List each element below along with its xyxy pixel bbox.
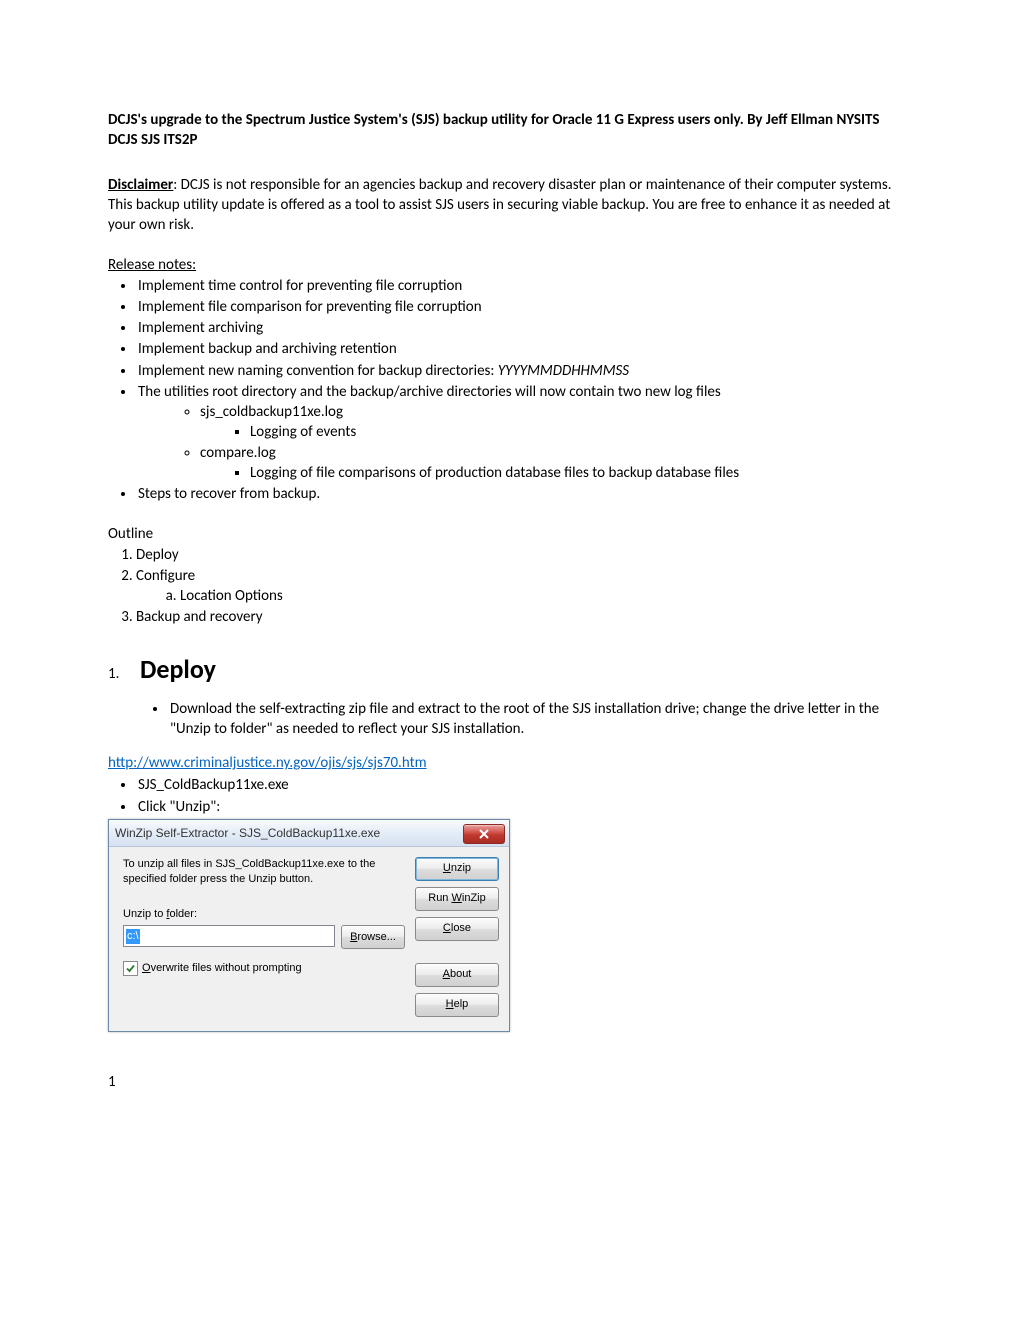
- dialog-title: WinZip Self-Extractor - SJS_ColdBackup11…: [115, 825, 380, 841]
- dialog-button-column: Unzip Run WinZip Close About Help: [415, 857, 499, 1017]
- release-notes-heading: Release notes:: [108, 255, 912, 275]
- naming-format: YYYYMMDDHHMMSS: [498, 362, 629, 380]
- log-file-name: compare.log: [200, 444, 276, 462]
- list-item: Download the self-extracting zip file an…: [168, 699, 912, 740]
- unzip-folder-row: c:\ Browse...: [123, 925, 405, 949]
- deploy-heading-row: 1. Deploy: [108, 652, 912, 687]
- unzip-button[interactable]: Unzip: [415, 857, 499, 881]
- page-number: 1: [108, 1072, 912, 1092]
- check-icon: [125, 963, 136, 974]
- log-desc-list: Logging of file comparisons of productio…: [200, 463, 912, 483]
- deploy-heading: Deploy: [140, 652, 216, 687]
- list-item: Click "Unzip":: [136, 797, 912, 817]
- overwrite-checkbox[interactable]: [123, 961, 138, 976]
- list-item: Implement file comparison for preventing…: [136, 297, 912, 317]
- outline-sublist: Location Options: [136, 586, 912, 606]
- list-item: Backup and recovery: [136, 607, 912, 627]
- folder-input-value: c:\: [126, 929, 140, 944]
- list-item: SJS_ColdBackup11xe.exe: [136, 775, 912, 795]
- disclaimer-label: Disclaimer: [108, 176, 173, 194]
- log-file-list: sjs_coldbackup11xe.log Logging of events…: [138, 402, 912, 483]
- close-button[interactable]: [463, 824, 505, 844]
- help-button[interactable]: Help: [415, 993, 499, 1017]
- winzip-dialog: WinZip Self-Extractor - SJS_ColdBackup11…: [108, 819, 510, 1032]
- outline-configure: Configure: [136, 567, 195, 585]
- naming-text: Implement new naming convention for back…: [138, 362, 498, 380]
- list-item: Deploy: [136, 545, 912, 565]
- release-notes-list: Implement time control for preventing fi…: [108, 276, 912, 505]
- run-winzip-button[interactable]: Run WinZip: [415, 887, 499, 911]
- list-item: Configure Location Options: [136, 566, 912, 607]
- unzip-folder-label: Unzip to folder:: [123, 907, 405, 922]
- list-item: Steps to recover from backup.: [136, 484, 912, 504]
- list-item: Logging of events: [250, 422, 912, 442]
- dialog-left-panel: To unzip all files in SJS_ColdBackup11xe…: [123, 857, 415, 1017]
- list-item: Implement time control for preventing fi…: [136, 276, 912, 296]
- download-link[interactable]: http://www.criminaljustice.ny.gov/ojis/s…: [108, 754, 427, 772]
- browse-button[interactable]: Browse...: [341, 925, 405, 949]
- dialog-titlebar: WinZip Self-Extractor - SJS_ColdBackup11…: [109, 820, 509, 847]
- outline-label: Outline: [108, 524, 912, 544]
- dialog-instructions: To unzip all files in SJS_ColdBackup11xe…: [123, 857, 405, 887]
- deploy-number: 1.: [108, 664, 140, 684]
- util-root-text: The utilities root directory and the bac…: [138, 383, 721, 401]
- deploy-file-list: SJS_ColdBackup11xe.exe Click "Unzip":: [108, 775, 912, 817]
- list-item: Location Options: [180, 586, 912, 606]
- list-item: sjs_coldbackup11xe.log Logging of events: [200, 402, 912, 443]
- outline-list: Deploy Configure Location Options Backup…: [108, 545, 912, 628]
- deploy-step-list: Download the self-extracting zip file an…: [108, 699, 912, 740]
- disclaimer-text: : DCJS is not responsible for an agencie…: [108, 176, 892, 235]
- document-title: DCJS's upgrade to the Spectrum Justice S…: [108, 110, 912, 151]
- overwrite-label: Overwrite files without prompting: [142, 961, 302, 976]
- list-item: Implement new naming convention for back…: [136, 361, 912, 381]
- list-item: The utilities root directory and the bac…: [136, 382, 912, 483]
- disclaimer-paragraph: Disclaimer: DCJS is not responsible for …: [108, 175, 912, 236]
- dialog-body: To unzip all files in SJS_ColdBackup11xe…: [109, 847, 509, 1031]
- close-dialog-button[interactable]: Close: [415, 917, 499, 941]
- close-icon: [479, 829, 489, 839]
- list-item: compare.log Logging of file comparisons …: [200, 443, 912, 484]
- log-desc-list: Logging of events: [200, 422, 912, 442]
- log-file-name: sjs_coldbackup11xe.log: [200, 403, 343, 421]
- list-item: Implement archiving: [136, 318, 912, 338]
- overwrite-checkbox-row: Overwrite files without prompting: [123, 961, 405, 976]
- list-item: Implement backup and archiving retention: [136, 339, 912, 359]
- about-button[interactable]: About: [415, 963, 499, 987]
- list-item: Logging of file comparisons of productio…: [250, 463, 912, 483]
- unzip-folder-input[interactable]: c:\: [123, 925, 335, 947]
